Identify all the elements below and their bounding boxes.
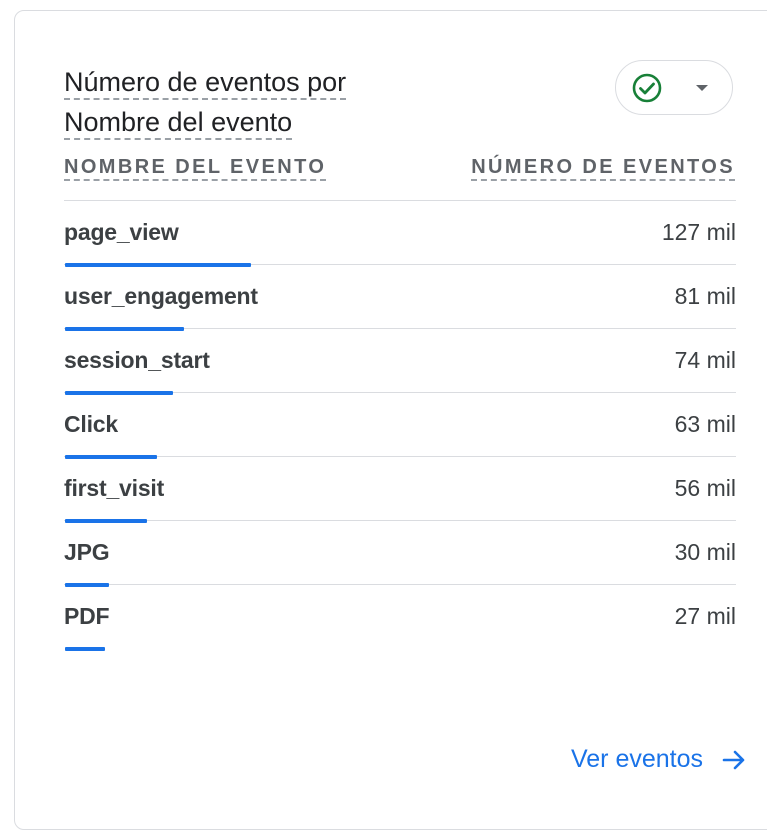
event-name: Click bbox=[64, 411, 118, 437]
status-dropdown-button[interactable] bbox=[615, 60, 733, 115]
event-count-bar bbox=[65, 647, 105, 651]
card-title: Número de eventos por Nombre del evento bbox=[64, 62, 404, 142]
event-name: page_view bbox=[64, 219, 179, 245]
check-circle-icon bbox=[632, 73, 662, 103]
event-count: 56 mil bbox=[674, 475, 736, 501]
event-name: first_visit bbox=[64, 475, 165, 501]
event-count: 81 mil bbox=[674, 283, 736, 309]
table-row[interactable]: user_engagement 81 mil bbox=[64, 265, 736, 331]
events-table-body: page_view 127 mil user_engagement 81 mil… bbox=[64, 201, 736, 651]
view-events-link[interactable]: Ver eventos bbox=[571, 745, 747, 774]
table-row[interactable]: session_start 74 mil bbox=[64, 329, 736, 395]
table-row[interactable]: JPG 30 mil bbox=[64, 521, 736, 587]
card-title-metric[interactable]: Número de eventos por bbox=[64, 67, 347, 100]
caret-down-icon bbox=[696, 85, 708, 91]
card-title-dimension[interactable]: Nombre del evento bbox=[64, 107, 293, 140]
table-row[interactable]: Click 63 mil bbox=[64, 393, 736, 459]
event-count: 74 mil bbox=[674, 347, 736, 373]
event-count: 127 mil bbox=[661, 219, 736, 245]
view-events-label: Ver eventos bbox=[570, 745, 703, 773]
table-row[interactable]: first_visit 56 mil bbox=[64, 457, 736, 523]
arrow-right-icon bbox=[722, 750, 745, 769]
event-name: JPG bbox=[64, 539, 110, 565]
column-header-event-count[interactable]: NÚMERO DE EVENTOS bbox=[471, 153, 735, 181]
event-count: 63 mil bbox=[674, 411, 736, 437]
table-row[interactable]: page_view 127 mil bbox=[64, 201, 736, 267]
column-header-event-name[interactable]: NOMBRE DEL EVENTO bbox=[64, 153, 327, 181]
event-count: 30 mil bbox=[674, 539, 736, 565]
event-name: user_engagement bbox=[64, 283, 258, 309]
event-count: 27 mil bbox=[674, 603, 736, 629]
event-name: PDF bbox=[64, 603, 110, 629]
event-name: session_start bbox=[64, 347, 210, 373]
table-row[interactable]: PDF 27 mil bbox=[64, 585, 736, 651]
